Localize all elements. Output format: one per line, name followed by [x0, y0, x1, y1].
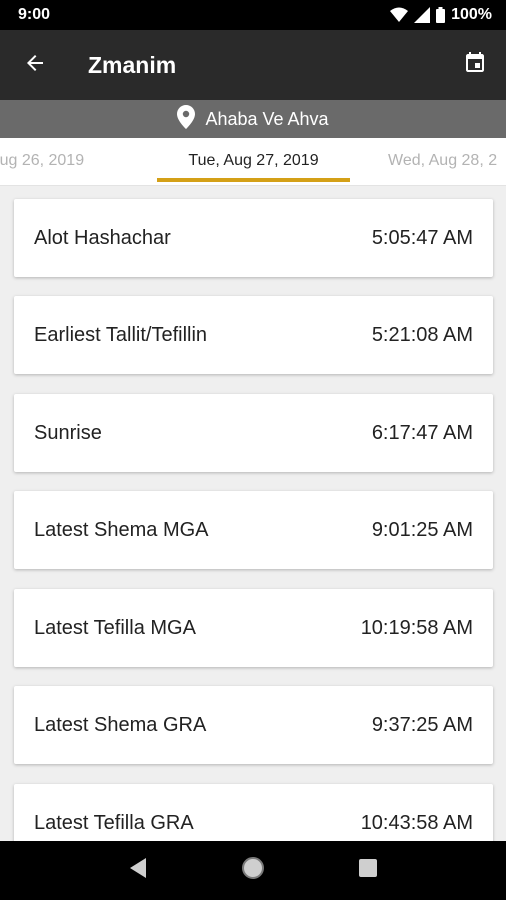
zman-label: Alot Hashachar	[34, 226, 171, 249]
nav-recents-button[interactable]	[348, 851, 388, 891]
location-name: Ahaba Ve Ahva	[205, 108, 329, 129]
zman-label: Latest Shema MGA	[34, 518, 209, 541]
calendar-button[interactable]	[444, 30, 506, 100]
zman-time: 9:01:25 AM	[371, 518, 473, 541]
location-pin-icon	[177, 104, 196, 134]
triangle-back-icon	[128, 857, 148, 884]
zman-label: Latest Tefilla GRA	[34, 811, 194, 834]
status-bar: 9:00 100%	[0, 0, 506, 30]
page-title: Zmanim	[88, 51, 177, 78]
battery-level: 100%	[451, 6, 492, 23]
system-icons: 100%	[390, 6, 492, 24]
signal-icon	[414, 7, 431, 23]
circle-home-icon	[241, 856, 265, 885]
status-time: 9:00	[18, 6, 51, 23]
list-item[interactable]: Latest Tefilla MGA 10:19:58 AM	[14, 589, 493, 667]
location-bar[interactable]: Ahaba Ve Ahva	[0, 100, 506, 138]
zman-label: Latest Tefilla MGA	[34, 616, 196, 639]
list-item[interactable]: Alot Hashachar 5:05:47 AM	[14, 199, 493, 277]
square-recents-icon	[358, 858, 378, 883]
zman-time: 10:19:58 AM	[360, 616, 473, 639]
zmanim-list[interactable]: Alot Hashachar 5:05:47 AM Earliest Talli…	[0, 186, 506, 841]
zman-label: Earliest Tallit/Tefillin	[34, 323, 208, 346]
zman-time: 9:37:25 AM	[371, 713, 473, 736]
battery-icon	[436, 7, 446, 23]
list-item[interactable]: Latest Tefilla GRA 10:43:58 AM	[14, 784, 493, 841]
tab-previous-date[interactable]: n, Aug 26, 2019	[0, 138, 84, 185]
zman-time: 5:21:08 AM	[371, 323, 473, 346]
zman-label: Latest Shema GRA	[34, 713, 207, 736]
zman-time: 5:05:47 AM	[371, 226, 473, 249]
system-nav-bar	[0, 841, 506, 900]
tab-indicator	[157, 178, 350, 182]
wifi-icon	[390, 7, 409, 23]
date-tabs: n, Aug 26, 2019 Tue, Aug 27, 2019 Wed, A…	[0, 138, 506, 186]
zman-time: 10:43:58 AM	[360, 811, 473, 834]
app-bar: Zmanim	[0, 30, 506, 100]
list-item[interactable]: Latest Shema MGA 9:01:25 AM	[14, 491, 493, 569]
zman-time: 6:17:47 AM	[371, 421, 473, 444]
list-item[interactable]: Sunrise 6:17:47 AM	[14, 394, 493, 472]
list-item[interactable]: Earliest Tallit/Tefillin 5:21:08 AM	[14, 296, 493, 374]
back-button[interactable]	[0, 30, 70, 100]
list-item[interactable]: Latest Shema GRA 9:37:25 AM	[14, 686, 493, 764]
nav-home-button[interactable]	[233, 851, 273, 891]
tab-next-date[interactable]: Wed, Aug 28, 2	[388, 138, 497, 185]
nav-back-button[interactable]	[118, 851, 158, 891]
calendar-icon	[463, 51, 487, 80]
zman-label: Sunrise	[34, 421, 102, 444]
arrow-left-icon	[23, 51, 47, 80]
